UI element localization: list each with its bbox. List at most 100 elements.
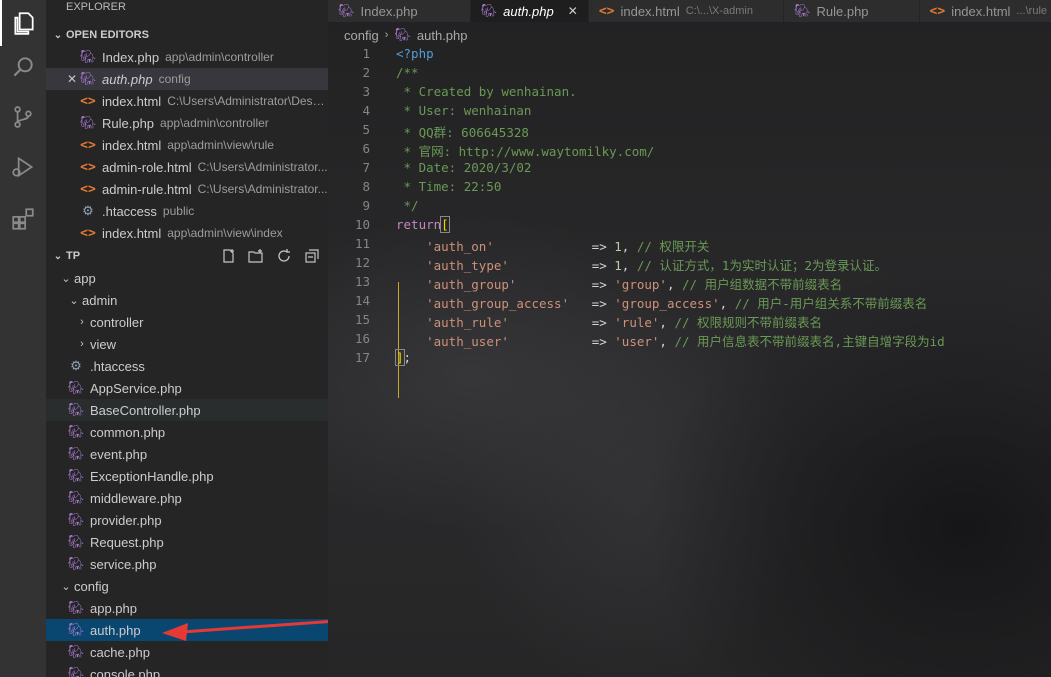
php-elephant-icon: 🐘︎ [67, 468, 85, 483]
files-icon[interactable] [0, 0, 46, 46]
code-token: => [508, 258, 615, 273]
activity-bar [0, 0, 46, 677]
code-token: => [493, 239, 615, 254]
breadcrumb-folder[interactable]: config [344, 28, 379, 43]
file-label: app.php [90, 600, 137, 616]
open-editor-name: index.html [102, 137, 162, 153]
open-editors-header[interactable]: ⌄ OPEN EDITORS [46, 24, 328, 46]
file-label: event.php [90, 446, 148, 462]
tab-desc: C:\...\X-admin [685, 5, 753, 17]
file-item[interactable]: 🐘︎ Request.php [46, 531, 328, 553]
tab-auth-php[interactable]: 🐘︎ auth.php ✕ [470, 0, 589, 22]
open-editor-item[interactable]: <> index.html app\admin\view\rule [46, 134, 328, 156]
open-editor-name: admin-role.html [102, 159, 192, 175]
open-editor-name: auth.php [102, 71, 153, 87]
breadcrumb-file[interactable]: auth.php [417, 28, 468, 43]
open-editor-desc: app\admin\view\index [167, 226, 283, 240]
extensions-icon[interactable] [0, 196, 46, 242]
chevron-down-icon: ⌄ [61, 272, 71, 285]
tab-label: Index.php [360, 3, 418, 19]
open-editor-name: Index.php [102, 49, 160, 65]
code-token: // 用户信息表不带前缀表名,主键自增字段为id [674, 334, 945, 349]
folder-admin[interactable]: ⌄ admin [46, 289, 328, 311]
html-icon: <> [80, 181, 96, 197]
file-item[interactable]: 🐘︎ provider.php [46, 509, 328, 531]
line-number: 2 [362, 65, 370, 80]
search-icon[interactable] [0, 44, 46, 90]
folder-view[interactable]: › view [46, 333, 328, 355]
project-label: TP [66, 250, 81, 262]
folder-config[interactable]: ⌄ config [46, 575, 328, 597]
open-editor-name: index.html [102, 225, 162, 241]
open-editor-desc: app\admin\view\rule [167, 138, 274, 152]
code-line: */ [396, 198, 419, 213]
code-token: * QQ群: 606645328 [396, 125, 529, 140]
new-folder-icon[interactable] [246, 246, 266, 266]
code-line: * Created by wenhainan. [396, 84, 577, 99]
open-editor-item[interactable]: <> index.html app\admin\view\index [46, 222, 328, 244]
tab-index-php[interactable]: 🐘︎ Index.php [328, 0, 471, 22]
line-number: 6 [362, 141, 370, 156]
tab-index-html-rule[interactable]: <> index.html ...\rule [919, 0, 1051, 22]
file-item[interactable]: 🐘︎ event.php [46, 443, 328, 465]
open-editor-item[interactable]: ⚙ .htaccess public [46, 200, 328, 222]
breadcrumb: config › 🐘︎ auth.php [328, 24, 468, 46]
open-editor-item[interactable]: 🐘︎ Index.php app\admin\controller [46, 46, 328, 68]
open-editor-desc: app\admin\controller [165, 50, 274, 64]
code-token: // 权限开关 [636, 239, 710, 254]
html-icon: <> [80, 137, 96, 153]
code-token: // 用户-用户组关系不带前缀表名 [734, 296, 928, 311]
php-elephant-icon: 🐘︎ [67, 534, 85, 549]
source-control-icon[interactable] [0, 94, 46, 140]
open-editor-item[interactable]: <> admin-rule.html C:\Users\Administrato… [46, 178, 328, 200]
file-label: cache.php [90, 644, 150, 660]
chevron-down-icon: ⌄ [69, 294, 79, 307]
line-number: 11 [354, 236, 370, 251]
open-editor-item[interactable]: <> admin-role.html C:\Users\Administrato… [46, 156, 328, 178]
file-item[interactable]: 🐘︎ AppService.php [46, 377, 328, 399]
file-label: Request.php [90, 534, 164, 550]
code-token: 1 [614, 258, 622, 273]
tab-index-html[interactable]: <> index.html C:\...\X-admin [588, 0, 784, 22]
html-icon: <> [929, 3, 946, 19]
file-item[interactable]: 🐘︎ common.php [46, 421, 328, 443]
file-item[interactable]: 🐘︎ ExceptionHandle.php [46, 465, 328, 487]
file-label: auth.php [90, 622, 141, 638]
php-elephant-icon: 🐘︎ [67, 446, 85, 461]
refresh-icon[interactable] [274, 246, 294, 266]
new-file-icon[interactable] [218, 246, 238, 266]
open-editor-desc: C:\Users\Administrator... [197, 182, 328, 196]
run-debug-icon[interactable] [0, 144, 46, 190]
tab-bar: 🐘︎ Index.php 🐘︎ auth.php ✕ <> index.html… [328, 0, 1051, 22]
code-token: 'rule' [614, 315, 660, 330]
folder-controller[interactable]: › controller [46, 311, 328, 333]
file-label: BaseController.php [90, 402, 201, 418]
code-line: return[ [396, 216, 450, 233]
line-number: 16 [354, 331, 370, 346]
php-elephant-icon: 🐘︎ [67, 622, 85, 637]
chevron-down-icon: ⌄ [53, 29, 63, 41]
folder-label: admin [82, 292, 118, 308]
file-item[interactable]: 🐘︎ service.php [46, 553, 328, 575]
code-token: // 认证方式，1为实时认证；2为登录认证。 [636, 258, 887, 273]
file-item[interactable]: 🐘︎ BaseController.php [46, 399, 328, 421]
open-editor-item[interactable]: ✕ 🐘︎ auth.php config [46, 68, 328, 90]
file-item[interactable]: 🐘︎ console.php [46, 663, 328, 677]
tab-label: index.html [951, 3, 1011, 19]
close-icon[interactable]: ✕ [568, 4, 578, 18]
code-line: 'auth_group' => 'group', // 用户组数据不带前缀表名 [396, 274, 842, 293]
php-elephant-icon: 🐘︎ [79, 49, 97, 64]
file-item[interactable]: ⚙ .htaccess [46, 355, 328, 377]
close-icon[interactable]: ✕ [64, 72, 80, 86]
open-editor-item[interactable]: 🐘︎ Rule.php app\admin\controller [46, 112, 328, 134]
collapse-all-icon[interactable] [302, 246, 322, 266]
tab-rule-php[interactable]: 🐘︎ Rule.php [783, 0, 920, 22]
code-token: , [621, 239, 637, 254]
file-item[interactable]: 🐘︎ middleware.php [46, 487, 328, 509]
open-editor-item[interactable]: <> index.html C:\Users\Administrator\Des… [46, 90, 328, 112]
folder-app[interactable]: ⌄ app [46, 267, 328, 289]
project-header[interactable]: ⌄ TP [46, 245, 328, 267]
